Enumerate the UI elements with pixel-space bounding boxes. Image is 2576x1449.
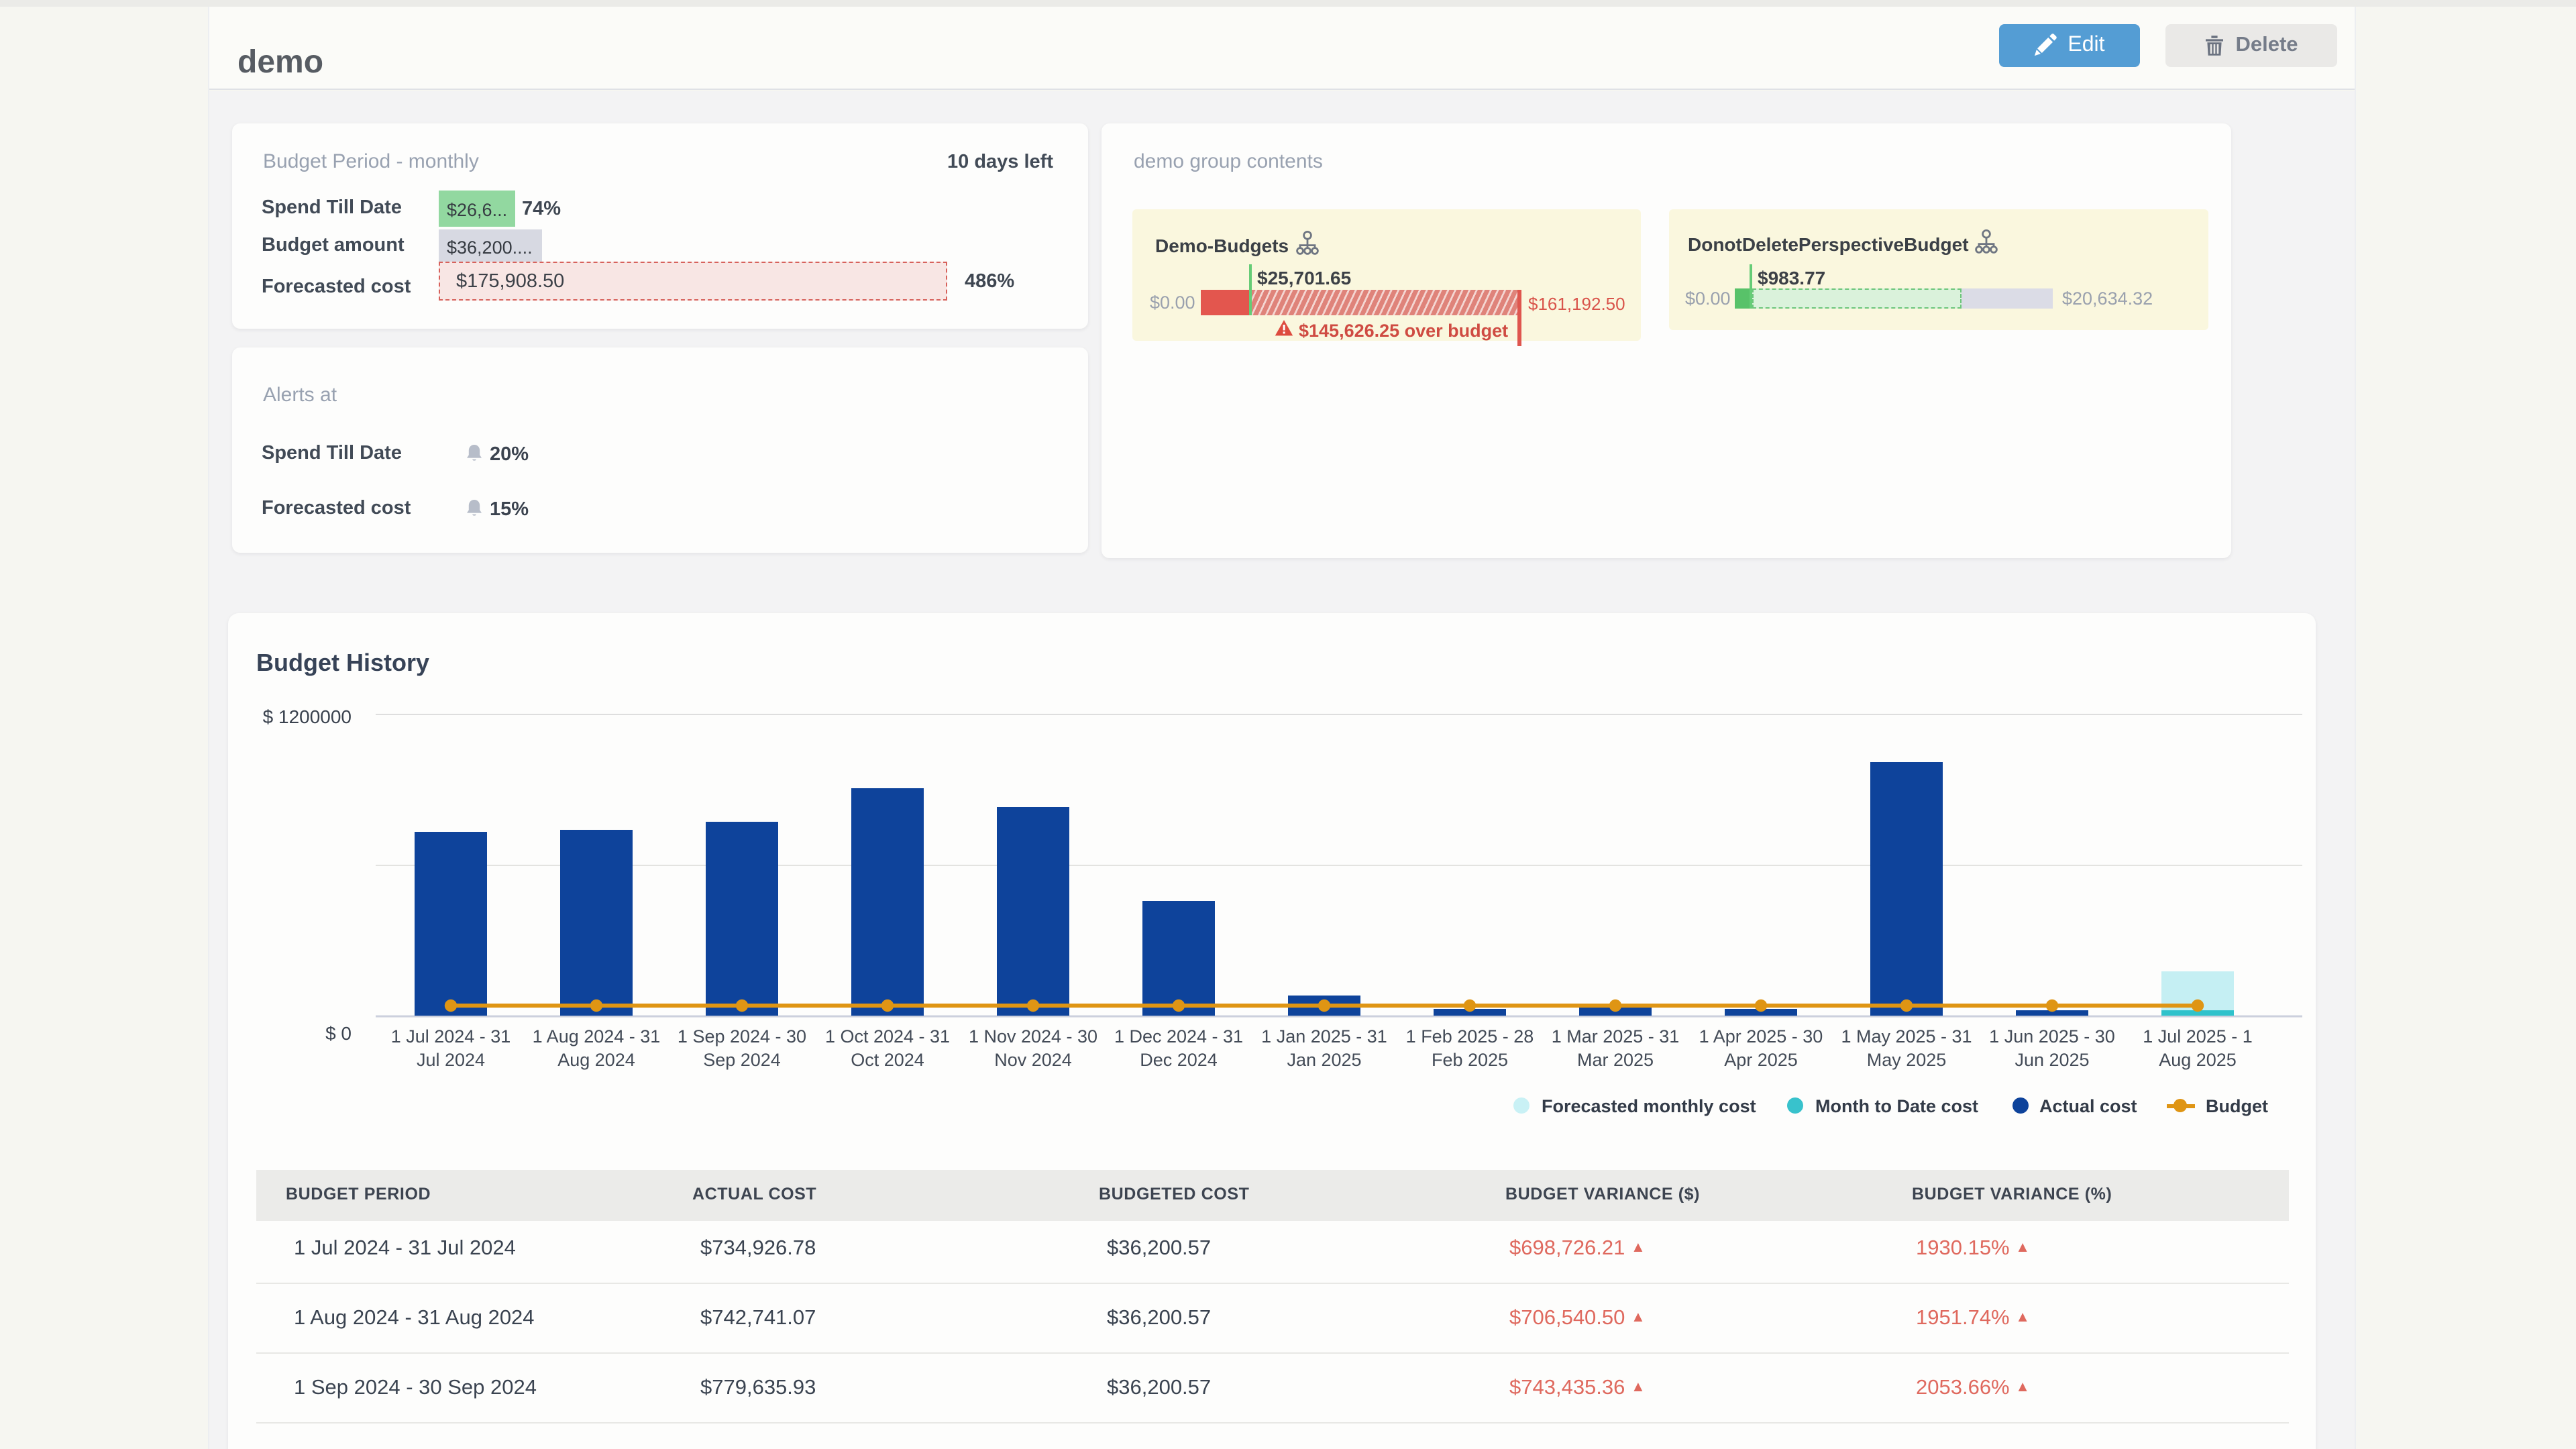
svg-text:1 Jul 2025 - 1Aug 2025: 1 Jul 2025 - 1Aug 2025 [2143,1026,2253,1070]
svg-text:1 Apr 2025 - 30Apr 2025: 1 Apr 2025 - 30Apr 2025 [1699,1026,1823,1070]
svg-text:1 Mar 2025 - 31Mar 2025: 1 Mar 2025 - 31Mar 2025 [1552,1026,1680,1070]
svg-text:$ 1200000: $ 1200000 [263,706,352,727]
svg-text:1 Jul 2024 - 31Jul 2024: 1 Jul 2024 - 31Jul 2024 [391,1026,511,1070]
svg-text:1 Nov 2024 - 30Nov 2024: 1 Nov 2024 - 30Nov 2024 [969,1026,1097,1070]
svg-text:1 May 2025 - 31May 2025: 1 May 2025 - 31May 2025 [1841,1026,1972,1070]
svg-text:$ 0: $ 0 [325,1023,352,1044]
svg-text:1 Dec 2024 - 31Dec 2024: 1 Dec 2024 - 31Dec 2024 [1114,1026,1243,1070]
svg-text:1 Sep 2024 - 30Sep 2024: 1 Sep 2024 - 30Sep 2024 [678,1026,806,1070]
svg-text:1 Aug 2024 - 31Aug 2024: 1 Aug 2024 - 31Aug 2024 [533,1026,661,1070]
svg-text:1 Oct 2024 - 31Oct 2024: 1 Oct 2024 - 31Oct 2024 [825,1026,950,1070]
svg-text:1 Feb 2025 - 28Feb 2025: 1 Feb 2025 - 28Feb 2025 [1406,1026,1534,1070]
svg-text:1 Jan 2025 - 31Jan 2025: 1 Jan 2025 - 31Jan 2025 [1261,1026,1387,1070]
svg-text:1 Jun 2025 - 30Jun 2025: 1 Jun 2025 - 30Jun 2025 [1989,1026,2115,1070]
